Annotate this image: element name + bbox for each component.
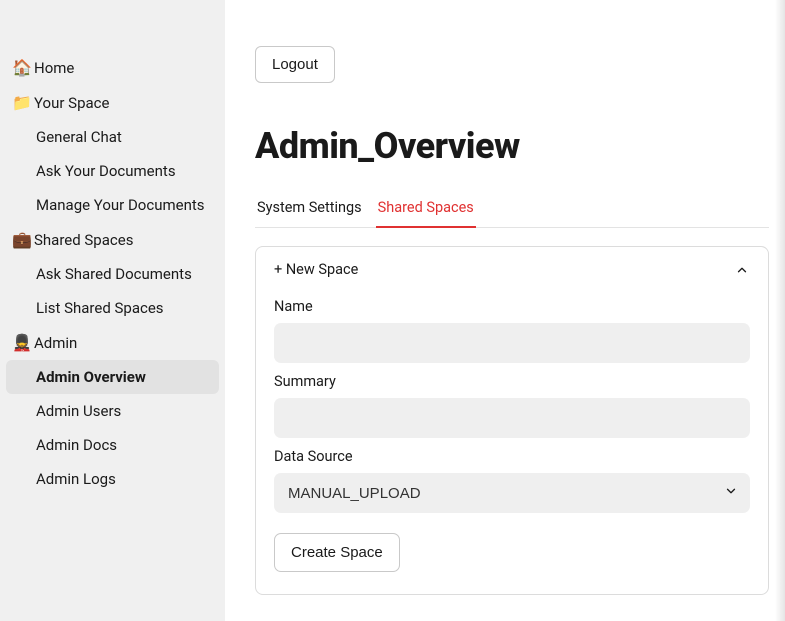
sidebar-item-admin-overview[interactable]: Admin Overview bbox=[6, 360, 219, 394]
sidebar-item-label: Your Space bbox=[34, 94, 109, 112]
briefcase-icon: 💼 bbox=[12, 230, 34, 249]
sidebar-item-label: List Shared Spaces bbox=[36, 299, 164, 317]
data-source-select-wrap: MANUAL_UPLOAD bbox=[274, 473, 750, 513]
name-label: Name bbox=[274, 298, 750, 315]
sidebar-item-label: Home bbox=[34, 59, 74, 77]
summary-input[interactable] bbox=[274, 398, 750, 438]
sidebar-item-home[interactable]: 🏠 Home bbox=[0, 50, 225, 85]
chevron-up-icon bbox=[734, 262, 750, 278]
panel-header[interactable]: + New Space bbox=[274, 261, 750, 288]
sidebar-item-label: General Chat bbox=[36, 128, 122, 146]
data-source-label: Data Source bbox=[274, 448, 750, 465]
sidebar: 🏠 Home 📁 Your Space General Chat Ask You… bbox=[0, 0, 225, 621]
right-edge-shadow bbox=[775, 0, 785, 621]
new-space-panel: + New Space Name Summary Data Source MAN… bbox=[255, 246, 769, 595]
data-source-select[interactable]: MANUAL_UPLOAD bbox=[274, 473, 750, 513]
sidebar-item-label: Admin Logs bbox=[36, 470, 116, 488]
sidebar-item-ask-shared-documents[interactable]: Ask Shared Documents bbox=[0, 257, 225, 291]
sidebar-item-your-space[interactable]: 📁 Your Space bbox=[0, 85, 225, 120]
sidebar-item-label: Admin Docs bbox=[36, 436, 117, 454]
sidebar-item-label: Admin Users bbox=[36, 402, 121, 420]
guard-icon: 💂 bbox=[12, 333, 34, 352]
sidebar-item-label: Manage Your Documents bbox=[36, 196, 205, 214]
tabs: System Settings Shared Spaces bbox=[255, 193, 769, 228]
sidebar-item-general-chat[interactable]: General Chat bbox=[0, 120, 225, 154]
folder-icon: 📁 bbox=[12, 93, 34, 112]
sidebar-item-manage-your-documents[interactable]: Manage Your Documents bbox=[0, 188, 225, 222]
sidebar-item-admin-docs[interactable]: Admin Docs bbox=[0, 428, 225, 462]
logout-button[interactable]: Logout bbox=[255, 46, 335, 83]
sidebar-item-list-shared-spaces[interactable]: List Shared Spaces bbox=[0, 291, 225, 325]
sidebar-item-label: Ask Shared Documents bbox=[36, 265, 192, 283]
main-content: Logout Admin_Overview System Settings Sh… bbox=[225, 0, 785, 621]
sidebar-item-label: Ask Your Documents bbox=[36, 162, 176, 180]
app-root: 🏠 Home 📁 Your Space General Chat Ask You… bbox=[0, 0, 785, 621]
sidebar-item-admin-logs[interactable]: Admin Logs bbox=[0, 462, 225, 496]
summary-label: Summary bbox=[274, 373, 750, 390]
name-input[interactable] bbox=[274, 323, 750, 363]
sidebar-item-shared-spaces[interactable]: 💼 Shared Spaces bbox=[0, 222, 225, 257]
sidebar-item-label: Shared Spaces bbox=[34, 231, 133, 249]
sidebar-item-label: Admin bbox=[34, 334, 77, 352]
sidebar-item-ask-your-documents[interactable]: Ask Your Documents bbox=[0, 154, 225, 188]
panel-title: + New Space bbox=[274, 261, 358, 278]
sidebar-item-admin-users[interactable]: Admin Users bbox=[0, 394, 225, 428]
sidebar-item-label: Admin Overview bbox=[36, 368, 146, 386]
tab-shared-spaces[interactable]: Shared Spaces bbox=[376, 193, 476, 228]
sidebar-item-admin[interactable]: 💂 Admin bbox=[0, 325, 225, 360]
tab-system-settings[interactable]: System Settings bbox=[255, 193, 364, 228]
home-icon: 🏠 bbox=[12, 58, 34, 77]
create-space-button[interactable]: Create Space bbox=[274, 533, 400, 572]
page-title: Admin_Overview bbox=[255, 125, 769, 167]
